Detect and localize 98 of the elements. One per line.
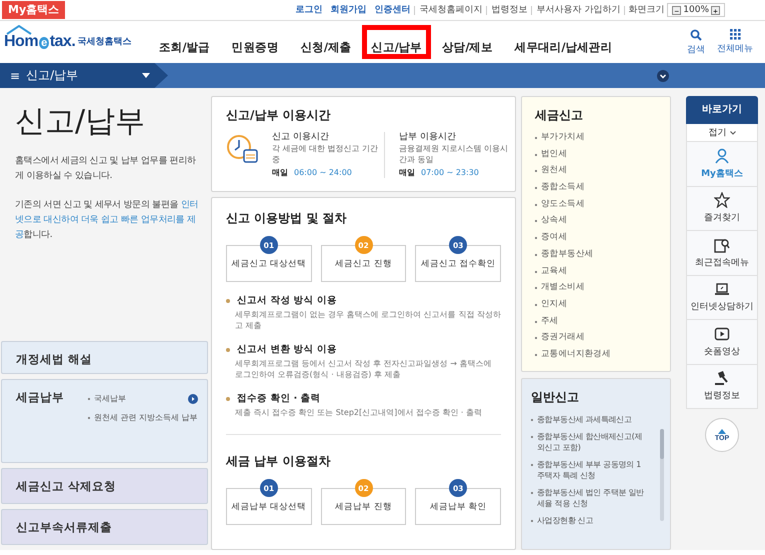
card-title: 세금신고 bbox=[535, 107, 584, 124]
bullet-icon bbox=[226, 348, 230, 352]
card-link[interactable]: 원천세 관련 지방소득세 납부 bbox=[88, 412, 198, 423]
quick-menu-item[interactable]: 즐겨찾기 bbox=[686, 186, 758, 231]
laptop-icon bbox=[714, 281, 730, 298]
tax-link[interactable]: 종합부동산세 과세특례신고 bbox=[531, 414, 656, 425]
tax-link[interactable]: 원천세 bbox=[535, 165, 656, 176]
hours-description: 각 세금에 대한 법정신고 기간 중 bbox=[272, 143, 380, 165]
top-link[interactable]: 법령정보 bbox=[486, 6, 532, 14]
section-dropdown[interactable]: ≡ 신고/납부 bbox=[0, 63, 168, 88]
expand-icon bbox=[657, 70, 669, 82]
fold-button[interactable]: 접기 bbox=[686, 124, 758, 142]
up-arrow-icon bbox=[718, 428, 726, 434]
hours-title: 납부 이용시간 bbox=[399, 132, 457, 143]
page-title: 신고/납부 bbox=[15, 103, 146, 141]
card-title[interactable]: 신고부속서류제출 bbox=[16, 510, 112, 544]
tax-link[interactable]: 종합부동산세 bbox=[535, 248, 656, 260]
hours-description: 금융결제원 지로시스템 이용시간과 동일 bbox=[399, 143, 510, 165]
tax-link[interactable]: 양도소득세 bbox=[535, 198, 656, 210]
document-search-icon bbox=[714, 236, 730, 253]
house-roof-icon bbox=[6, 25, 32, 35]
menu-card[interactable]: 세금신고 삭제요청 bbox=[1, 468, 208, 504]
menu-card[interactable]: 개정세법 해설 bbox=[1, 341, 208, 374]
card-link[interactable]: 국세납부 bbox=[88, 393, 126, 404]
grid-menu-icon bbox=[730, 29, 740, 40]
tax-link[interactable]: 종합부동산세 부부 공동명의 1주택자 특례 신청 bbox=[531, 459, 656, 481]
quick-menu-item[interactable]: 인터넷상담하기 bbox=[686, 276, 758, 320]
tax-link[interactable]: 증권거래세 bbox=[535, 332, 656, 344]
caret-icon bbox=[142, 73, 150, 78]
tax-link[interactable]: 인지세 bbox=[535, 298, 656, 310]
quick-menu-item[interactable]: 법령정보 bbox=[686, 364, 758, 409]
tax-link[interactable]: 교통에너지환경세 bbox=[535, 348, 656, 360]
top-link[interactable]: 로그인 bbox=[291, 6, 326, 14]
tax-link[interactable]: 부가가치세 bbox=[535, 132, 656, 143]
nav-tab[interactable]: 상담/제보 bbox=[430, 25, 504, 59]
nav-tab[interactable]: 신청/제출 bbox=[290, 25, 362, 59]
logo-subtitle: 국세청홈택스 bbox=[77, 36, 132, 48]
menu-card[interactable]: 세금납부 국세납부 원천세 관련 지방소득세 납부 bbox=[1, 379, 208, 463]
intro-text: 홈택스에서 세금의 신고 및 납부 업무를 편리하게 이용하실 수 있습니다. bbox=[15, 155, 197, 183]
intro-text: 기존의 서면 신고 및 세무서 방문의 불편을 인터넷으로 대신하여 더욱 쉽고 빠른 업무처리를 제공합니다. bbox=[15, 199, 200, 242]
nav-tab[interactable]: 민원증명 bbox=[220, 25, 290, 59]
top-link[interactable]: 부서사용자 가입하기 bbox=[531, 6, 624, 14]
card-title[interactable]: 개정세법 해설 bbox=[16, 342, 92, 373]
chevron-down-icon bbox=[730, 130, 736, 134]
hours-title: 신고 이용시간 bbox=[272, 132, 330, 143]
quick-menu-header: 바로가기 bbox=[686, 96, 758, 124]
method-description: 세무회계프로그램이 없는 경우 홈택스에 로그인하여 신고서를 직접 작성하고 제출 bbox=[235, 309, 501, 331]
top-link[interactable]: 인증센터 bbox=[370, 6, 414, 14]
zoom-out-button[interactable]: − bbox=[672, 6, 682, 14]
card-title[interactable]: 세금신고 삭제요청 bbox=[16, 469, 116, 503]
nav-tab[interactable]: 세무대리/납세관리 bbox=[504, 25, 624, 59]
menu-card[interactable]: 신고부속서류제출 bbox=[1, 509, 208, 545]
clock-calendar-icon bbox=[226, 134, 258, 164]
zoom-label: 화면크기 bbox=[624, 6, 668, 14]
scrollbar[interactable] bbox=[660, 429, 664, 521]
search-icon bbox=[690, 28, 702, 40]
hours-time: 매일 06:00 ~ 24:00 bbox=[272, 167, 353, 178]
card-title: 일반신고 bbox=[531, 389, 580, 406]
nav-tab[interactable]: 신고/납부 bbox=[362, 25, 431, 59]
nav-tab[interactable]: 조회/발급 bbox=[148, 25, 221, 59]
quick-menu-item[interactable]: My홈택스 bbox=[686, 142, 758, 186]
zoom-in-button[interactable]: + bbox=[711, 6, 720, 14]
method-title: 접수증 확인 · 출력 bbox=[236, 392, 321, 405]
play-icon bbox=[714, 326, 730, 342]
tax-link[interactable]: 상속세 bbox=[535, 215, 656, 226]
card-title: 신고 이용방법 및 절차 bbox=[226, 210, 348, 227]
quick-menu-item[interactable]: 최근접속메뉴 bbox=[686, 231, 758, 276]
tax-link[interactable]: 사업장현황 신고 bbox=[531, 515, 656, 526]
hours-time: 매일 07:00 ~ 23:30 bbox=[399, 167, 480, 178]
top-link[interactable]: 회원가입 bbox=[326, 6, 370, 14]
user-icon bbox=[714, 148, 730, 164]
bullet-icon bbox=[226, 298, 230, 302]
tax-link[interactable]: 종합부동산세 법인 주택분 일반세율 적용 신청 bbox=[531, 487, 656, 509]
tax-link[interactable]: 개별소비세 bbox=[535, 282, 656, 294]
star-icon bbox=[714, 192, 730, 208]
top-link[interactable]: 국세청홈페이지 bbox=[414, 6, 486, 14]
method-description: 제출 즉시 접수증 확인 또는 Step2[신고내역]에서 접수증 확인 · 출력 bbox=[235, 407, 483, 418]
method-title: 신고서 변환 방식 이용 bbox=[236, 343, 337, 356]
tax-link[interactable]: 증여세 bbox=[535, 232, 656, 244]
tax-link[interactable]: 종합소득세 bbox=[535, 182, 656, 194]
method-description: 세무회계프로그램 등에서 신고서 작성 후 전자신고파일생성 → 홈택스에 로그인하여 오류검증(형식 · 내용검증) 후 제출 bbox=[235, 358, 493, 380]
hometax-logo[interactable]: Hom e tax. bbox=[4, 33, 76, 51]
card-title: 신고/납부 이용시간 bbox=[226, 107, 332, 124]
tax-link[interactable]: 종합부동산세 합산배제신고(제외신고 포함) bbox=[531, 431, 656, 453]
tax-link[interactable]: 주세 bbox=[535, 316, 656, 327]
method-title: 신고서 작성 방식 이용 bbox=[236, 294, 337, 307]
all-menu-button[interactable]: 전체메뉴 bbox=[717, 29, 753, 55]
card-title: 세금 납부 이용절차 bbox=[226, 453, 332, 470]
gavel-icon bbox=[714, 370, 730, 386]
tax-link[interactable]: 교육세 bbox=[535, 266, 656, 276]
tax-link[interactable]: 법인세 bbox=[535, 148, 656, 160]
arrow-circle-icon bbox=[188, 394, 198, 404]
my-hometax-button[interactable]: My홈택스 bbox=[2, 1, 66, 19]
search-button[interactable]: 검색 bbox=[687, 28, 705, 56]
zoom-value: 100% bbox=[683, 5, 709, 15]
bullet-icon bbox=[226, 396, 230, 400]
quick-menu-item[interactable]: 숏폼영상 bbox=[686, 320, 758, 364]
card-title[interactable]: 세금납부 bbox=[16, 380, 64, 462]
